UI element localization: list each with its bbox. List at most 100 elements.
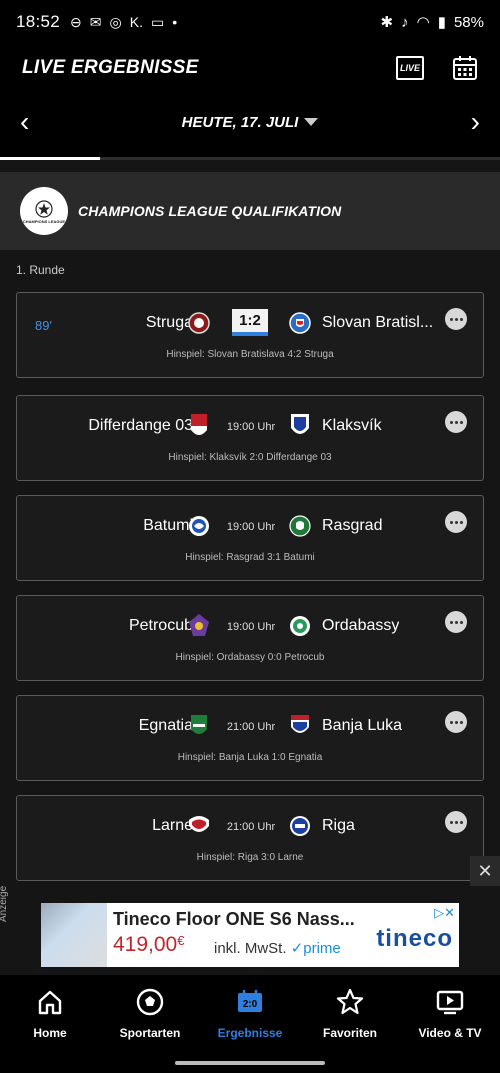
bluetooth-icon: ✱ [380, 14, 394, 31]
home-team: Differdange 03 [88, 417, 193, 434]
status-time: 18:52 [16, 12, 61, 31]
ad-brand-logo: tineco [376, 925, 453, 952]
live-score: 1:2 [232, 309, 268, 336]
struga-crest-icon [188, 312, 210, 334]
soccer-ball-icon [136, 988, 164, 1016]
away-team: Klaksvík [322, 417, 382, 434]
mute-icon: ♪ [401, 13, 409, 31]
calendar-icon[interactable] [452, 55, 478, 81]
differdange-crest-icon [191, 414, 207, 435]
match-card[interactable]: Petrocub 19:00 Uhr Ordabassy Hinspiel: O… [16, 595, 484, 681]
nav-ergebnisse[interactable]: 2:0 Ergebnisse [200, 975, 300, 1050]
bottom-navigation: Home Sportarten 2:0 Ergebnisse Favoriten… [0, 975, 500, 1050]
ad-price-value: 419,00 [113, 933, 178, 956]
svg-text:2:0: 2:0 [243, 999, 258, 1010]
home-team: Struga [145, 314, 193, 331]
caret-down-icon [304, 118, 319, 126]
rasgrad-crest-icon [289, 515, 311, 537]
league-name: CHAMPIONS LEAGUE QUALIFIKATION [78, 203, 342, 219]
first-leg-result: Hinspiel: Slovan Bratislava 4:2 Struga [166, 349, 334, 360]
ordabassy-crest-icon [290, 616, 310, 636]
wifi-icon: ◠ [416, 14, 430, 31]
more-options-icon[interactable] [445, 711, 467, 733]
more-options-icon[interactable] [445, 308, 467, 330]
more-options-icon[interactable] [445, 811, 467, 833]
page-title: LIVE ERGEBNISSE [22, 57, 199, 78]
slovan-bratislava-crest-icon [289, 312, 311, 334]
chevron-left-icon[interactable]: ‹ [20, 108, 29, 136]
first-leg-result: Hinspiel: Banja Luka 1:0 Egnatia [177, 752, 323, 763]
first-leg-result: Hinspiel: Ordabassy 0:0 Petrocub [175, 652, 325, 663]
nav-favoriten[interactable]: Favoriten [300, 975, 400, 1050]
close-ad-icon[interactable]: ✕ [470, 856, 500, 886]
notification-icon: ◎ [109, 13, 122, 30]
battery-level: 58% [453, 13, 484, 31]
larne-crest-icon [189, 816, 209, 832]
home-team: Egnatia [138, 717, 193, 734]
batumi-crest-icon [189, 516, 209, 536]
away-team: Rasgrad [322, 517, 383, 534]
klaksvik-crest-icon [291, 414, 309, 434]
match-card[interactable]: Differdange 03 19:00 Uhr Klaksvík Hinspi… [16, 395, 484, 481]
away-team: Banja Luka [322, 717, 403, 734]
first-leg-result: Hinspiel: Rasgrad 3:1 Batumi [185, 552, 315, 563]
ad-product-image [41, 903, 107, 967]
date-selector[interactable]: HEUTE, 17. JULI [182, 114, 319, 131]
star-icon [336, 988, 364, 1015]
away-team: Ordabassy [322, 617, 400, 634]
play-screen-icon [436, 990, 464, 1015]
nav-home[interactable]: Home [0, 975, 100, 1050]
nav-label: Home [33, 1026, 67, 1040]
league-logo-text: CHAMPIONS LEAGUE [22, 218, 66, 224]
ad-banner[interactable]: Tineco Floor ONE S6 Nass... 419,00€ inkl… [41, 903, 459, 967]
match-card[interactable]: Larne 21:00 Uhr Riga Hinspiel: Riga 3:0 … [16, 795, 484, 881]
signal-icon: ▮ [437, 14, 446, 31]
first-leg-result: Hinspiel: Klaksvík 2:0 Differdange 03 [168, 452, 332, 463]
more-options-icon[interactable] [445, 411, 467, 433]
app-bar: LIVE ERGEBNISSE LIVE [0, 44, 500, 92]
nav-video-tv[interactable]: Video & TV [400, 975, 500, 1050]
chevron-right-icon[interactable]: › [471, 108, 480, 136]
kickoff-time: 21:00 Uhr [226, 821, 276, 833]
league-header[interactable]: CHAMPIONS LEAGUE CHAMPIONS LEAGUE QUALIF… [0, 172, 500, 250]
live-tv-icon[interactable]: LIVE [396, 56, 424, 80]
home-indicator[interactable] [175, 1061, 325, 1065]
ad-choices-icon[interactable]: ▷✕ [434, 905, 455, 921]
inactive-tab-track [100, 157, 500, 160]
nav-label: Sportarten [119, 1026, 181, 1040]
date-navigator: ‹ HEUTE, 17. JULI › [0, 92, 500, 152]
active-tab-indicator [0, 157, 100, 160]
nav-label: Video & TV [418, 1026, 482, 1040]
notification-icon: ▭ [150, 13, 165, 30]
notification-icon: ⊖ [70, 13, 82, 30]
match-card[interactable]: 89' Struga 1:2 Slovan Bratisl... Hinspie… [16, 292, 484, 378]
match-card[interactable]: Batumi 19:00 Uhr Rasgrad Hinspiel: Rasgr… [16, 495, 484, 581]
more-options-icon[interactable] [445, 511, 467, 533]
ad-label: Anzeige [0, 885, 9, 922]
ad-tax-text: inkl. MwSt. [214, 940, 287, 957]
kickoff-time: 19:00 Uhr [226, 521, 276, 533]
ad-price: 419,00€ [113, 933, 184, 957]
egnatia-crest-icon [191, 715, 207, 734]
first-leg-result: Hinspiel: Riga 3:0 Larne [196, 852, 304, 863]
notification-icon: ✉ [89, 13, 102, 30]
ad-prime-label: prime [303, 940, 341, 957]
home-team: Petrocub [128, 617, 193, 634]
live-minute: 89' [35, 318, 52, 333]
nav-sportarten[interactable]: Sportarten [100, 975, 200, 1050]
status-bar: 18:52 ⊖ ✉ ◎ K. ▭ • ✱ ♪ ◠ ▮ 58% [0, 0, 500, 44]
champions-league-logo: CHAMPIONS LEAGUE [20, 187, 68, 235]
away-team: Slovan Bratisl... [322, 314, 434, 331]
notification-dot-icon: • [172, 14, 178, 30]
away-team: Riga [322, 817, 355, 834]
date-label: HEUTE, 17. JULI [181, 113, 299, 131]
home-team: Batumi [143, 517, 193, 534]
nav-label: Ergebnisse [217, 1026, 283, 1040]
starball-icon [35, 199, 53, 218]
match-card[interactable]: Egnatia 21:00 Uhr Banja Luka Hinspiel: B… [16, 695, 484, 781]
more-options-icon[interactable] [445, 611, 467, 633]
banja-luka-crest-icon [291, 715, 309, 733]
tab-indicator [0, 152, 500, 160]
round-label: 1. Runde [16, 263, 65, 277]
notification-icons: ⊖ ✉ ◎ K. ▭ • [70, 14, 177, 31]
